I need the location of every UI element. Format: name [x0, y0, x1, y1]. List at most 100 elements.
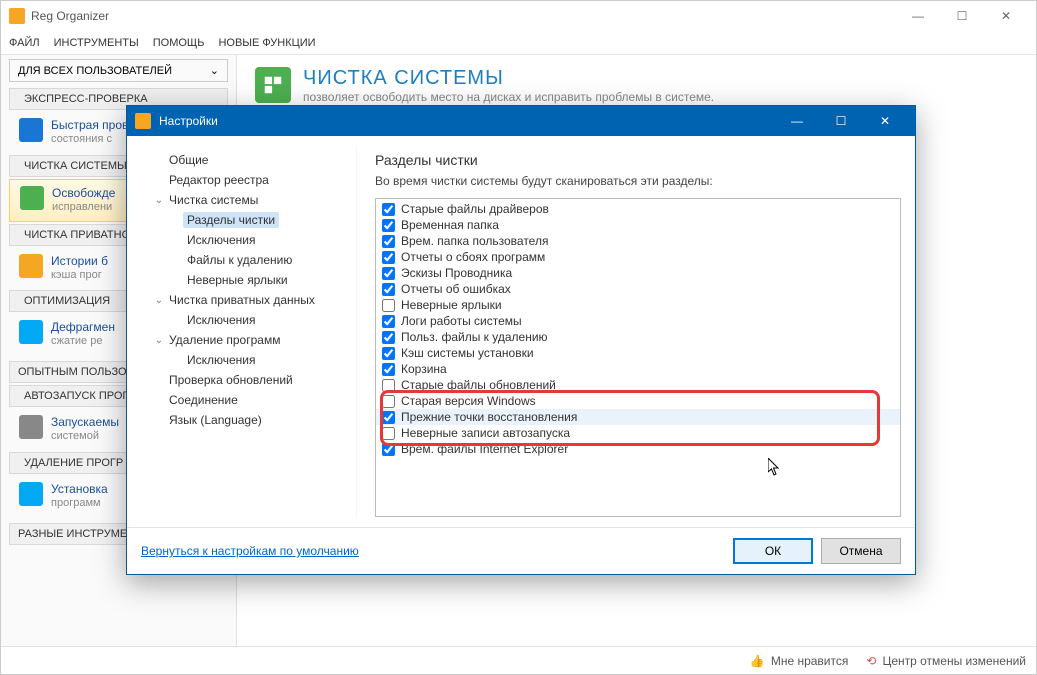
tree-node-label: Чистка приватных данных — [165, 292, 319, 308]
status-like[interactable]: 👍 Мне нравится — [750, 654, 849, 668]
tree-node[interactable]: Проверка обновлений — [143, 370, 350, 390]
tree-expander-icon[interactable]: ⌄ — [153, 295, 165, 306]
check-item[interactable]: Отчеты об ошибках — [376, 281, 900, 297]
check-item[interactable]: Врем. папка пользователя — [376, 233, 900, 249]
check-item[interactable]: Кэш системы установки — [376, 345, 900, 361]
sidebar-item-title: Освобожде — [52, 186, 115, 201]
settings-tree[interactable]: Общие Редактор реестра⌄Чистка системы Разд… — [137, 146, 357, 517]
check-item-checkbox[interactable] — [382, 299, 395, 312]
check-item-checkbox[interactable] — [382, 315, 395, 328]
tree-node-label: Неверные ярлыки — [183, 272, 292, 288]
check-item-label: Польз. файлы к удалению — [401, 330, 548, 344]
check-item-checkbox[interactable] — [382, 347, 395, 360]
check-item-checkbox[interactable] — [382, 379, 395, 392]
check-item[interactable]: Эскизы Проводника — [376, 265, 900, 281]
tree-node-label: Исключения — [183, 232, 260, 248]
check-item-checkbox[interactable] — [382, 395, 395, 408]
menu-tools[interactable]: ИНСТРУМЕНТЫ — [54, 37, 139, 49]
check-item[interactable]: Неверные записи автозапуска — [376, 425, 900, 441]
dialog-maximize-button[interactable]: ☐ — [819, 106, 863, 136]
sidebar-item-title: Дефрагмен — [51, 320, 115, 335]
check-item[interactable]: Старая версия Windows — [376, 393, 900, 409]
tree-expander-icon[interactable]: ⌄ — [153, 335, 165, 346]
check-item-checkbox[interactable] — [382, 411, 395, 424]
dialog-minimize-button[interactable]: — — [775, 106, 819, 136]
sidebar-item-sub: программ — [51, 497, 108, 511]
dialog-icon — [135, 113, 151, 129]
menu-help[interactable]: ПОМОЩЬ — [153, 37, 205, 49]
check-item-checkbox[interactable] — [382, 443, 395, 456]
check-item-checkbox[interactable] — [382, 203, 395, 216]
dialog-titlebar: Настройки — ☐ ✕ — [127, 106, 915, 136]
sidebar-item-title: Истории б — [51, 254, 108, 269]
check-item[interactable]: Корзина — [376, 361, 900, 377]
tree-node[interactable]: Общие — [143, 150, 350, 170]
sidebar-item-sub: системой — [51, 430, 119, 444]
tree-node-label: Файлы к удалению — [183, 252, 296, 268]
check-item-checkbox[interactable] — [382, 331, 395, 344]
ok-button[interactable]: ОК — [733, 538, 813, 564]
check-item-label: Старые файлы обновлений — [401, 378, 556, 392]
sidebar-item-icon — [19, 415, 43, 439]
check-item[interactable]: Отчеты о сбоях программ — [376, 249, 900, 265]
check-item-checkbox[interactable] — [382, 363, 395, 376]
check-item-label: Отчеты об ошибках — [401, 282, 511, 296]
check-item[interactable]: Польз. файлы к удалению — [376, 329, 900, 345]
tree-node[interactable]: Исключения — [143, 310, 350, 330]
tree-node-label: Разделы чистки — [183, 212, 279, 228]
panel-title: Разделы чистки — [375, 152, 901, 168]
reset-defaults-link[interactable]: Вернуться к настройкам по умолчанию — [141, 544, 359, 558]
sidebar-item-sub: кэша прог — [51, 269, 108, 283]
menu-file[interactable]: ФАЙЛ — [9, 37, 40, 49]
check-item-label: Неверные записи автозапуска — [401, 426, 570, 440]
check-item-label: Отчеты о сбоях программ — [401, 250, 545, 264]
settings-panel: Разделы чистки Во время чистки системы б… — [357, 146, 901, 517]
check-item-checkbox[interactable] — [382, 283, 395, 296]
tree-node[interactable]: ⌄Чистка системы — [143, 190, 350, 210]
check-item[interactable]: Старые файлы обновлений — [376, 377, 900, 393]
minimize-button[interactable]: — — [896, 1, 940, 31]
tree-node[interactable]: ⌄Чистка приватных данных — [143, 290, 350, 310]
check-item[interactable]: Временная папка — [376, 217, 900, 233]
maximize-button[interactable]: ☐ — [940, 1, 984, 31]
check-item[interactable]: Старые файлы драйверов — [376, 201, 900, 217]
check-item-checkbox[interactable] — [382, 235, 395, 248]
user-scope-dropdown[interactable]: ДЛЯ ВСЕХ ПОЛЬЗОВАТЕЛЕЙ ⌄ — [9, 59, 228, 82]
check-item-label: Эскизы Проводника — [401, 266, 512, 280]
tree-node[interactable]: Исключения — [143, 230, 350, 250]
status-like-label: Мне нравится — [771, 654, 849, 668]
check-item-label: Кэш системы установки — [401, 346, 534, 360]
tree-node-label: Проверка обновлений — [165, 372, 297, 388]
tree-node[interactable]: Разделы чистки — [143, 210, 350, 230]
checklist[interactable]: Старые файлы драйверовВременная папкаВре… — [375, 198, 901, 517]
close-button[interactable]: ✕ — [984, 1, 1028, 31]
undo-center-icon: ⟲ — [866, 654, 876, 668]
check-item-label: Старые файлы драйверов — [401, 202, 549, 216]
check-item-checkbox[interactable] — [382, 427, 395, 440]
tree-expander-icon[interactable]: ⌄ — [153, 195, 165, 206]
check-item[interactable]: Прежние точки восстановления — [376, 409, 900, 425]
check-item[interactable]: Неверные ярлыки — [376, 297, 900, 313]
tree-node[interactable]: ⌄Удаление программ — [143, 330, 350, 350]
check-item-checkbox[interactable] — [382, 219, 395, 232]
check-item-checkbox[interactable] — [382, 251, 395, 264]
status-undo[interactable]: ⟲ Центр отмены изменений — [866, 654, 1026, 668]
dialog-close-button[interactable]: ✕ — [863, 106, 907, 136]
check-item[interactable]: Логи работы системы — [376, 313, 900, 329]
tree-node[interactable]: Неверные ярлыки — [143, 270, 350, 290]
tree-node-label: Удаление программ — [165, 332, 284, 348]
sidebar-item-icon — [19, 118, 43, 142]
tree-node-label: Общие — [165, 152, 212, 168]
app-icon — [9, 8, 25, 24]
tree-node[interactable]: Язык (Language) — [143, 410, 350, 430]
tree-node-label: Исключения — [183, 352, 260, 368]
tree-node[interactable]: Исключения — [143, 350, 350, 370]
tree-node[interactable]: Файлы к удалению — [143, 250, 350, 270]
check-item[interactable]: Врем. файлы Internet Explorer — [376, 441, 900, 457]
check-item-checkbox[interactable] — [382, 267, 395, 280]
tree-node[interactable]: Соединение — [143, 390, 350, 410]
cancel-button[interactable]: Отмена — [821, 538, 901, 564]
tree-node[interactable]: Редактор реестра — [143, 170, 350, 190]
status-bar: 👍 Мне нравится ⟲ Центр отмены изменений — [1, 646, 1036, 674]
menu-new[interactable]: НОВЫЕ ФУНКЦИИ — [218, 37, 315, 49]
